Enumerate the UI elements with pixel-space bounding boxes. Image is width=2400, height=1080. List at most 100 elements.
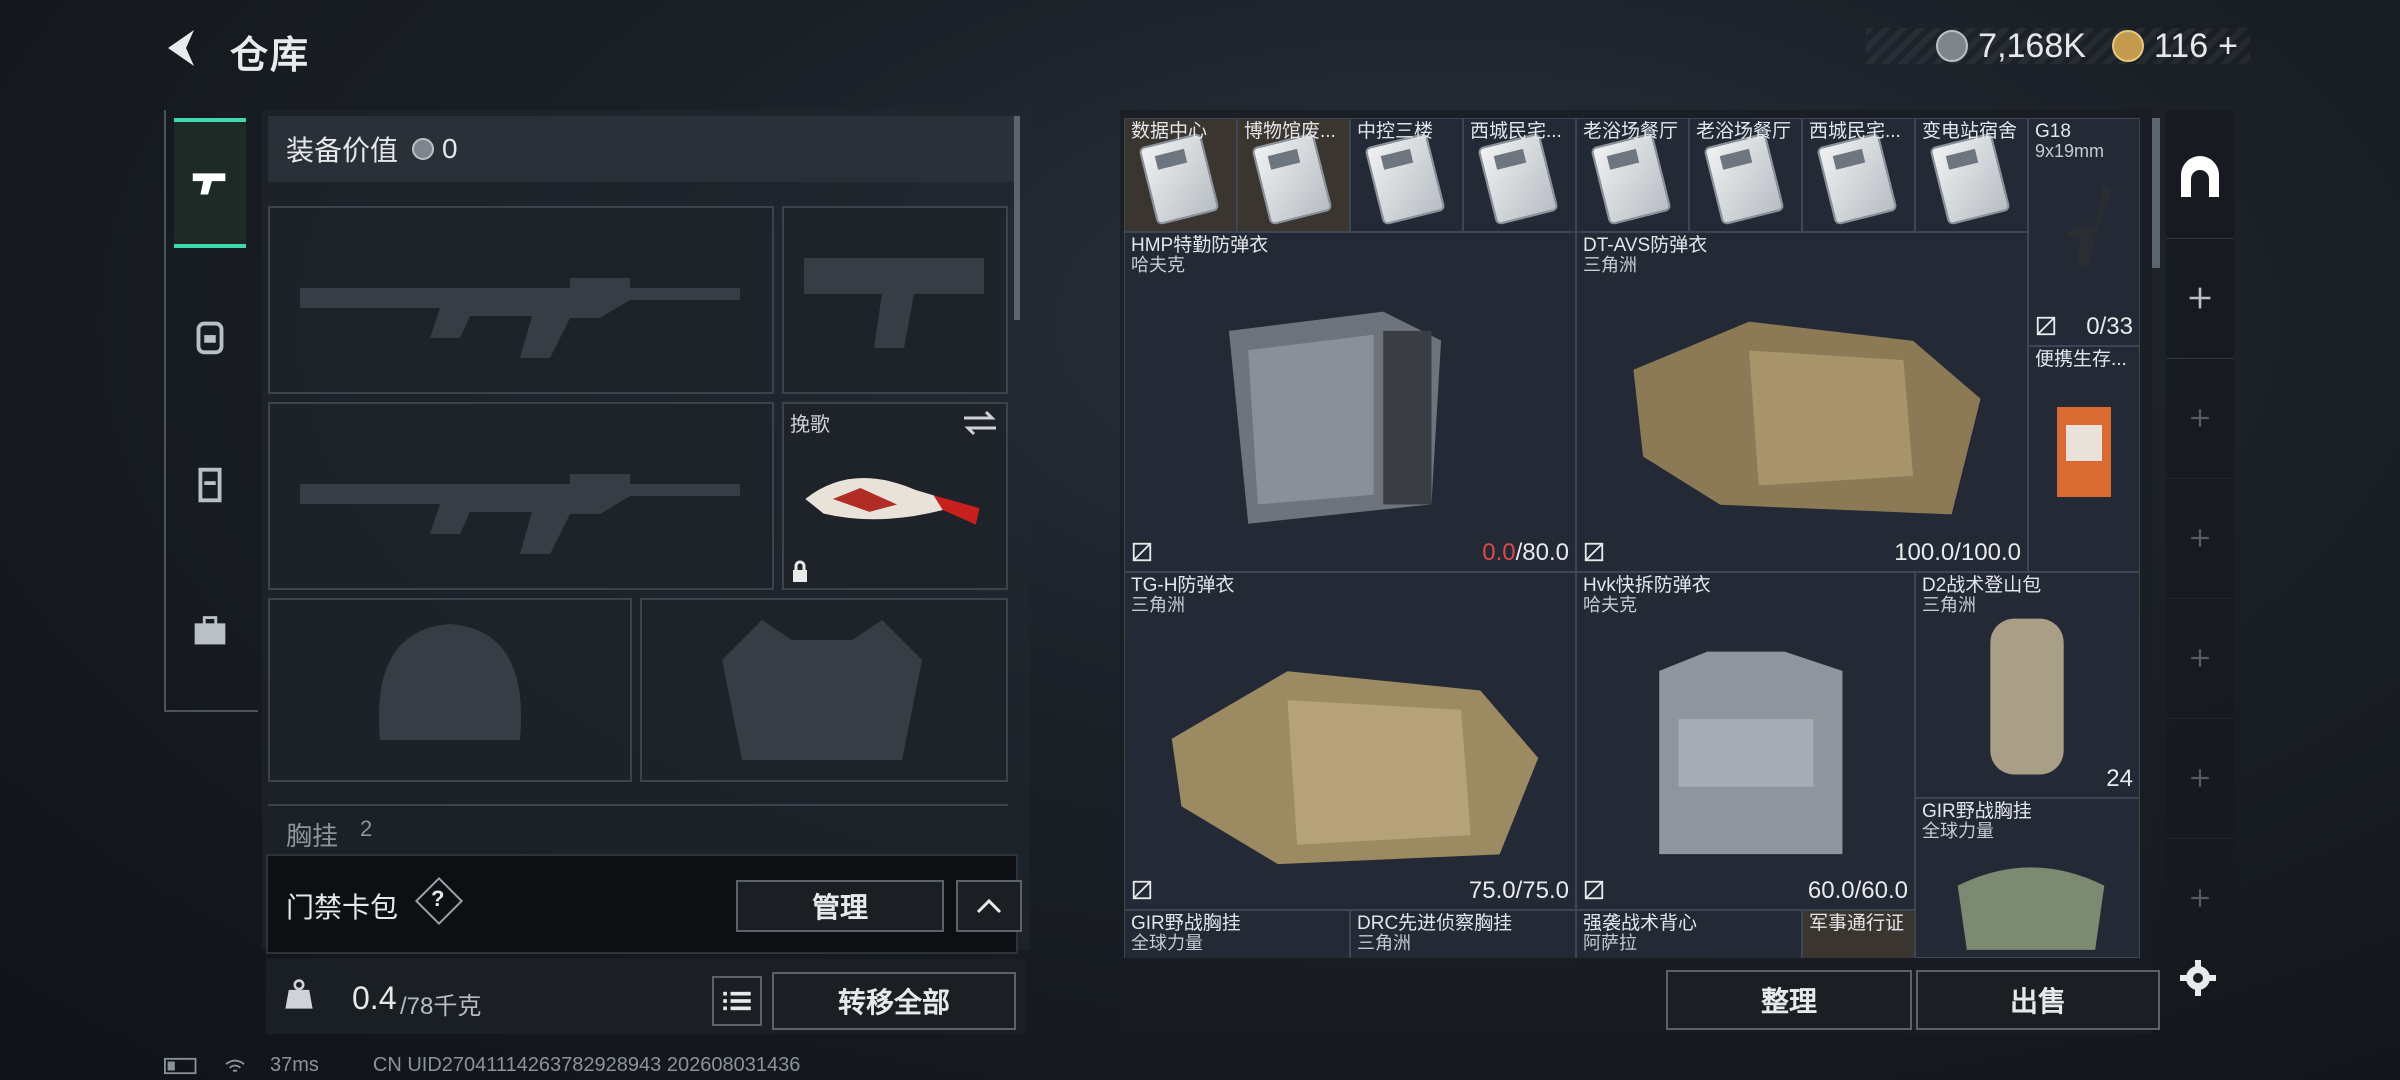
item-name: TG-H防弹衣 — [1131, 575, 1235, 596]
armor-slot[interactable] — [640, 598, 1008, 782]
page-title: 仓库 — [230, 35, 311, 77]
help-icon-glyph: ? — [431, 886, 445, 911]
settings-button[interactable] — [2172, 952, 2224, 1004]
equipment-value: 0 — [442, 133, 458, 164]
swap-icon[interactable] — [960, 408, 1000, 438]
keycard-item[interactable]: 变电站宿舍 — [1915, 118, 2028, 232]
collapse-button[interactable] — [956, 880, 1022, 932]
durability-current: 0.0 — [1482, 539, 1516, 566]
weight-max: /78千克 — [400, 993, 482, 1020]
add-page-button[interactable] — [2166, 838, 2234, 958]
add-page-button[interactable] — [2166, 598, 2234, 719]
keycard-label: 博物馆废... — [1244, 121, 1336, 142]
tab-backpack[interactable] — [174, 272, 246, 402]
item-maker: 全球力量 — [1131, 933, 1203, 953]
armor-silhouette-icon — [722, 620, 922, 760]
back-button[interactable] — [162, 26, 202, 70]
tab-vest[interactable] — [174, 420, 246, 550]
item-name: GIR野战胸挂 — [1922, 801, 2032, 822]
tab-case[interactable] — [174, 566, 246, 696]
keycard-item[interactable]: 西城民宅... — [1802, 118, 1915, 232]
item-maker: 三角洲 — [1922, 595, 1976, 615]
sell-button[interactable]: 出售 — [1916, 970, 2160, 1030]
storage-home-button[interactable] — [2166, 118, 2234, 239]
chest-rig-item[interactable]: DRC先进侦察胸挂 三角洲 — [1350, 910, 1576, 958]
pistol-silhouette-icon — [804, 258, 984, 348]
rifle-silhouette-icon — [300, 278, 740, 358]
item-name: DRC先进侦察胸挂 — [1357, 913, 1513, 934]
keycard-label: 中控三楼 — [1357, 121, 1434, 142]
add-page-button[interactable] — [2166, 718, 2234, 839]
keycard-label: 西城民宅... — [1809, 121, 1901, 142]
storage-grid: 数据中心 博物馆废... 中控三楼 西城民宅... 老浴场餐厅 老浴场餐厅 西城… — [1124, 118, 2140, 958]
silver-amount: 7,168K — [1978, 26, 2086, 65]
backpack-item[interactable]: D2战术登山包 三角洲 24 — [1915, 572, 2140, 798]
camo-vest-icon — [1228, 311, 1442, 524]
equipment-value-label: 装备价值 — [286, 135, 399, 166]
add-page-button[interactable] — [2166, 478, 2234, 599]
item-name: 军事通行证 — [1809, 913, 1905, 934]
sort-button[interactable]: 整理 — [1666, 970, 1912, 1030]
g18-item[interactable]: G18 9x19mm 0/33 — [2028, 118, 2140, 346]
ammo-count: 0/33 — [2086, 313, 2133, 340]
keycard-item[interactable]: 老浴场餐厅 — [1576, 118, 1689, 232]
keycard-label: 老浴场餐厅 — [1583, 121, 1679, 142]
add-page-button[interactable] — [2166, 358, 2234, 479]
armor-item[interactable]: TG-H防弹衣 三角洲 75.0/75.0 — [1124, 572, 1576, 910]
keycard-icon — [1590, 132, 1672, 226]
plus-icon — [2191, 769, 2209, 787]
storage-scrollbar[interactable] — [2152, 118, 2160, 268]
helmet-slot[interactable] — [268, 598, 632, 782]
armor-item[interactable]: Hvk快拆防弹衣 哈夫克 60.0/60.0 — [1576, 572, 1915, 910]
item-name: DT-AVS防弹衣 — [1583, 235, 1708, 256]
keycard-item[interactable]: 老浴场餐厅 — [1689, 118, 1802, 232]
helmet-silhouette-icon — [378, 624, 522, 740]
weight-icon — [285, 979, 313, 1009]
melee-slot[interactable]: 挽歌 — [782, 402, 1008, 590]
silver-coin-icon — [1936, 30, 1969, 62]
pistol-slot[interactable] — [782, 206, 1008, 394]
keycard-icon — [1364, 132, 1446, 226]
vest-item[interactable]: 强袭战术背心 阿萨拉 — [1576, 910, 1802, 958]
primary-weapon-slot[interactable] — [268, 206, 774, 394]
military-pass-item[interactable]: 军事通行证 — [1802, 910, 1915, 958]
backpack-icon — [1990, 618, 2064, 775]
add-currency-button[interactable]: + — [2218, 27, 2238, 66]
item-maker: 三角洲 — [1131, 595, 1185, 615]
tab-weapons[interactable] — [174, 118, 246, 248]
armor-item[interactable]: HMP特勤防弹衣 哈夫克 0.0/80.0 — [1124, 232, 1576, 572]
durability: 60.0/60.0 — [1807, 877, 1908, 904]
keycard-item[interactable]: 中控三楼 — [1350, 118, 1463, 232]
survival-kit-icon — [2057, 407, 2111, 497]
gold-coin-icon — [2111, 30, 2144, 62]
pistol-icon — [2066, 184, 2113, 267]
portable-item[interactable]: 便携生存... — [2028, 346, 2140, 572]
keycard-label: 西城民宅... — [1470, 121, 1562, 142]
transfer-all-button[interactable]: 转移全部 — [772, 972, 1016, 1030]
item-maker: 哈夫克 — [1131, 255, 1185, 275]
ping: 37ms — [270, 1054, 319, 1076]
weight-current: 0.4 — [352, 980, 397, 1016]
plus-icon — [2191, 409, 2209, 427]
plus-icon — [2189, 287, 2211, 309]
equipment-scrollbar[interactable] — [1014, 116, 1020, 320]
keycard-item[interactable]: 数据中心 — [1124, 118, 1237, 232]
manage-button[interactable]: 管理 — [736, 880, 944, 932]
chest-rig-item[interactable]: GIR野战胸挂 全球力量 — [1124, 910, 1350, 958]
item-caliber: 9x19mm — [2035, 141, 2105, 161]
durability-max: /80.0 — [1515, 539, 1569, 566]
keycard-label: 老浴场餐厅 — [1696, 121, 1792, 142]
chest-rig-slot[interactable]: 胸挂 2 — [268, 804, 1008, 850]
list-view-button[interactable] — [712, 976, 762, 1026]
plus-icon — [2191, 529, 2209, 547]
armor-item[interactable]: DT-AVS防弹衣 三角洲 100.0/100.0 — [1576, 232, 2028, 572]
secondary-weapon-slot[interactable] — [268, 402, 774, 590]
backpack-icon — [196, 321, 224, 355]
chest-rig-item[interactable]: GIR野战胸挂 全球力量 — [1915, 798, 2140, 958]
wifi-icon — [225, 1059, 245, 1072]
keycard-pack-label: 门禁卡包 — [286, 892, 399, 923]
add-page-button[interactable] — [2166, 238, 2234, 359]
keycard-item[interactable]: 西城民宅... — [1463, 118, 1576, 232]
kukri-knife-icon — [805, 478, 980, 525]
keycard-item[interactable]: 博物馆废... — [1237, 118, 1350, 232]
